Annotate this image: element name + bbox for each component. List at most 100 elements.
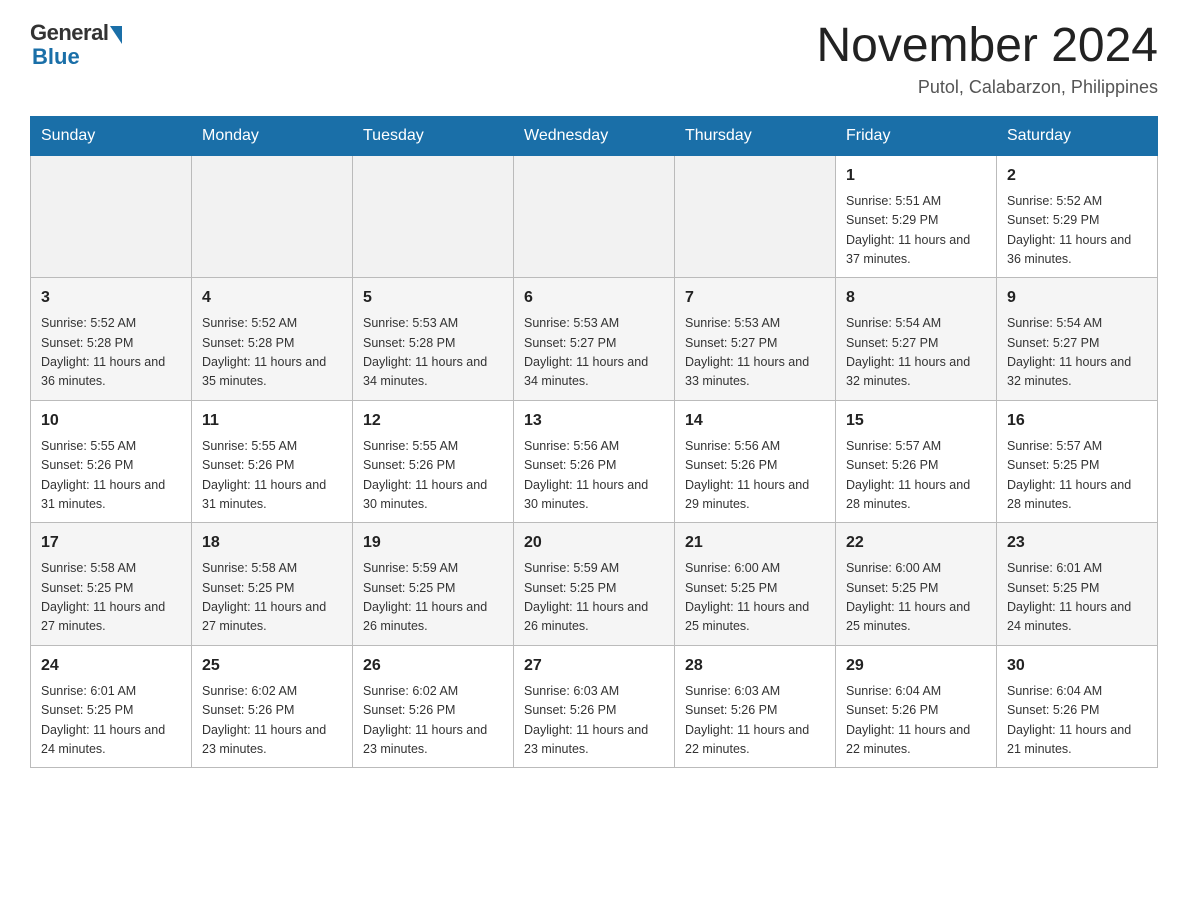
day-info: Sunrise: 5:57 AM Sunset: 5:25 PM Dayligh…	[1007, 437, 1147, 515]
calendar-cell: 1 Sunrise: 5:51 AM Sunset: 5:29 PM Daylig…	[836, 155, 997, 278]
col-header-wednesday: Wednesday	[514, 116, 675, 155]
day-number: 17	[41, 531, 181, 555]
calendar-cell: 13 Sunrise: 5:56 AM Sunset: 5:26 PM Dayli…	[514, 400, 675, 523]
calendar-cell: 9 Sunrise: 5:54 AM Sunset: 5:27 PM Daylig…	[997, 278, 1158, 401]
day-number: 9	[1007, 286, 1147, 310]
calendar-cell: 2Sunrise: 5:52 AM Sunset: 5:29 PM Daylig…	[997, 155, 1158, 278]
day-number: 27	[524, 654, 664, 678]
calendar-cell: 8 Sunrise: 5:54 AM Sunset: 5:27 PM Daylig…	[836, 278, 997, 401]
day-info: Sunrise: 6:02 AM Sunset: 5:26 PM Dayligh…	[202, 682, 342, 760]
calendar-cell: 14 Sunrise: 5:56 AM Sunset: 5:26 PM Dayli…	[675, 400, 836, 523]
calendar-cell: 25 Sunrise: 6:02 AM Sunset: 5:26 PM Dayli…	[192, 645, 353, 768]
calendar-cell: 29 Sunrise: 6:04 AM Sunset: 5:26 PM Dayli…	[836, 645, 997, 768]
day-number: 24	[41, 654, 181, 678]
col-header-saturday: Saturday	[997, 116, 1158, 155]
day-number: 26	[363, 654, 503, 678]
calendar-cell: 5 Sunrise: 5:53 AM Sunset: 5:28 PM Daylig…	[353, 278, 514, 401]
calendar-cell: 15Sunrise: 5:57 AM Sunset: 5:26 PM Dayli…	[836, 400, 997, 523]
logo-general-text: General	[30, 20, 108, 46]
day-info: Sunrise: 6:03 AM Sunset: 5:26 PM Dayligh…	[524, 682, 664, 760]
calendar-cell: 10 Sunrise: 5:55 AM Sunset: 5:26 PM Dayli…	[31, 400, 192, 523]
day-info: Sunrise: 5:54 AM Sunset: 5:27 PM Dayligh…	[846, 314, 986, 392]
day-info: Sunrise: 5:51 AM Sunset: 5:29 PM Dayligh…	[846, 192, 986, 270]
day-number: 4	[202, 286, 342, 310]
day-number: 11	[202, 409, 342, 433]
day-number: 10	[41, 409, 181, 433]
day-info: Sunrise: 5:55 AM Sunset: 5:26 PM Dayligh…	[41, 437, 181, 515]
calendar-cell: 18 Sunrise: 5:58 AM Sunset: 5:25 PM Dayli…	[192, 523, 353, 646]
day-number: 25	[202, 654, 342, 678]
calendar-cell: 22Sunrise: 6:00 AM Sunset: 5:25 PM Dayli…	[836, 523, 997, 646]
day-number: 12	[363, 409, 503, 433]
day-info: Sunrise: 5:59 AM Sunset: 5:25 PM Dayligh…	[363, 559, 503, 637]
day-info: Sunrise: 5:58 AM Sunset: 5:25 PM Dayligh…	[202, 559, 342, 637]
calendar-cell: 6 Sunrise: 5:53 AM Sunset: 5:27 PM Daylig…	[514, 278, 675, 401]
col-header-tuesday: Tuesday	[353, 116, 514, 155]
calendar-cell: 21 Sunrise: 6:00 AM Sunset: 5:25 PM Dayli…	[675, 523, 836, 646]
day-number: 16	[1007, 409, 1147, 433]
col-header-friday: Friday	[836, 116, 997, 155]
day-info: Sunrise: 5:55 AM Sunset: 5:26 PM Dayligh…	[202, 437, 342, 515]
day-number: 20	[524, 531, 664, 555]
day-info: Sunrise: 5:53 AM Sunset: 5:27 PM Dayligh…	[685, 314, 825, 392]
day-info: Sunrise: 6:02 AM Sunset: 5:26 PM Dayligh…	[363, 682, 503, 760]
calendar-header-row: SundayMondayTuesdayWednesdayThursdayFrid…	[31, 116, 1158, 155]
day-info: Sunrise: 5:52 AM Sunset: 5:28 PM Dayligh…	[41, 314, 181, 392]
day-info: Sunrise: 6:00 AM Sunset: 5:25 PM Dayligh…	[846, 559, 986, 637]
calendar-cell: 28Sunrise: 6:03 AM Sunset: 5:26 PM Dayli…	[675, 645, 836, 768]
day-info: Sunrise: 5:56 AM Sunset: 5:26 PM Dayligh…	[524, 437, 664, 515]
title-block: November 2024 Putol, Calabarzon, Philipp…	[816, 20, 1158, 98]
calendar-cell: 11 Sunrise: 5:55 AM Sunset: 5:26 PM Dayli…	[192, 400, 353, 523]
calendar-cell: 30Sunrise: 6:04 AM Sunset: 5:26 PM Dayli…	[997, 645, 1158, 768]
day-number: 6	[524, 286, 664, 310]
day-number: 30	[1007, 654, 1147, 678]
calendar-week-row: 3 Sunrise: 5:52 AM Sunset: 5:28 PM Daylig…	[31, 278, 1158, 401]
day-number: 5	[363, 286, 503, 310]
calendar-cell: 17Sunrise: 5:58 AM Sunset: 5:25 PM Dayli…	[31, 523, 192, 646]
logo-blue-text: Blue	[30, 44, 80, 70]
calendar-table: SundayMondayTuesdayWednesdayThursdayFrid…	[30, 116, 1158, 769]
day-info: Sunrise: 6:04 AM Sunset: 5:26 PM Dayligh…	[846, 682, 986, 760]
day-info: Sunrise: 5:53 AM Sunset: 5:27 PM Dayligh…	[524, 314, 664, 392]
location-text: Putol, Calabarzon, Philippines	[816, 77, 1158, 98]
calendar-cell: 12 Sunrise: 5:55 AM Sunset: 5:26 PM Dayli…	[353, 400, 514, 523]
calendar-cell	[675, 155, 836, 278]
day-info: Sunrise: 5:52 AM Sunset: 5:28 PM Dayligh…	[202, 314, 342, 392]
day-info: Sunrise: 6:01 AM Sunset: 5:25 PM Dayligh…	[41, 682, 181, 760]
calendar-cell: 26 Sunrise: 6:02 AM Sunset: 5:26 PM Dayli…	[353, 645, 514, 768]
day-number: 21	[685, 531, 825, 555]
calendar-cell: 24 Sunrise: 6:01 AM Sunset: 5:25 PM Dayli…	[31, 645, 192, 768]
day-info: Sunrise: 6:00 AM Sunset: 5:25 PM Dayligh…	[685, 559, 825, 637]
day-number: 18	[202, 531, 342, 555]
logo: General Blue	[30, 20, 122, 70]
day-number: 15	[846, 409, 986, 433]
day-number: 14	[685, 409, 825, 433]
logo-arrow-icon	[110, 26, 122, 44]
day-info: Sunrise: 6:01 AM Sunset: 5:25 PM Dayligh…	[1007, 559, 1147, 637]
day-number: 3	[41, 286, 181, 310]
calendar-cell: 23 Sunrise: 6:01 AM Sunset: 5:25 PM Dayli…	[997, 523, 1158, 646]
calendar-cell: 3 Sunrise: 5:52 AM Sunset: 5:28 PM Daylig…	[31, 278, 192, 401]
day-number: 2	[1007, 164, 1147, 188]
calendar-cell: 7 Sunrise: 5:53 AM Sunset: 5:27 PM Daylig…	[675, 278, 836, 401]
page-header: General Blue November 2024 Putol, Calaba…	[30, 20, 1158, 98]
day-number: 7	[685, 286, 825, 310]
calendar-cell: 19Sunrise: 5:59 AM Sunset: 5:25 PM Dayli…	[353, 523, 514, 646]
day-number: 13	[524, 409, 664, 433]
day-info: Sunrise: 5:55 AM Sunset: 5:26 PM Dayligh…	[363, 437, 503, 515]
day-info: Sunrise: 5:54 AM Sunset: 5:27 PM Dayligh…	[1007, 314, 1147, 392]
day-info: Sunrise: 6:03 AM Sunset: 5:26 PM Dayligh…	[685, 682, 825, 760]
day-number: 23	[1007, 531, 1147, 555]
day-number: 1	[846, 164, 986, 188]
day-info: Sunrise: 5:53 AM Sunset: 5:28 PM Dayligh…	[363, 314, 503, 392]
calendar-cell	[353, 155, 514, 278]
calendar-week-row: 10 Sunrise: 5:55 AM Sunset: 5:26 PM Dayli…	[31, 400, 1158, 523]
month-title: November 2024	[816, 20, 1158, 73]
calendar-cell: 27 Sunrise: 6:03 AM Sunset: 5:26 PM Dayli…	[514, 645, 675, 768]
day-number: 8	[846, 286, 986, 310]
day-info: Sunrise: 5:56 AM Sunset: 5:26 PM Dayligh…	[685, 437, 825, 515]
calendar-cell: 4 Sunrise: 5:52 AM Sunset: 5:28 PM Daylig…	[192, 278, 353, 401]
col-header-thursday: Thursday	[675, 116, 836, 155]
day-number: 29	[846, 654, 986, 678]
calendar-week-row: 1 Sunrise: 5:51 AM Sunset: 5:29 PM Daylig…	[31, 155, 1158, 278]
